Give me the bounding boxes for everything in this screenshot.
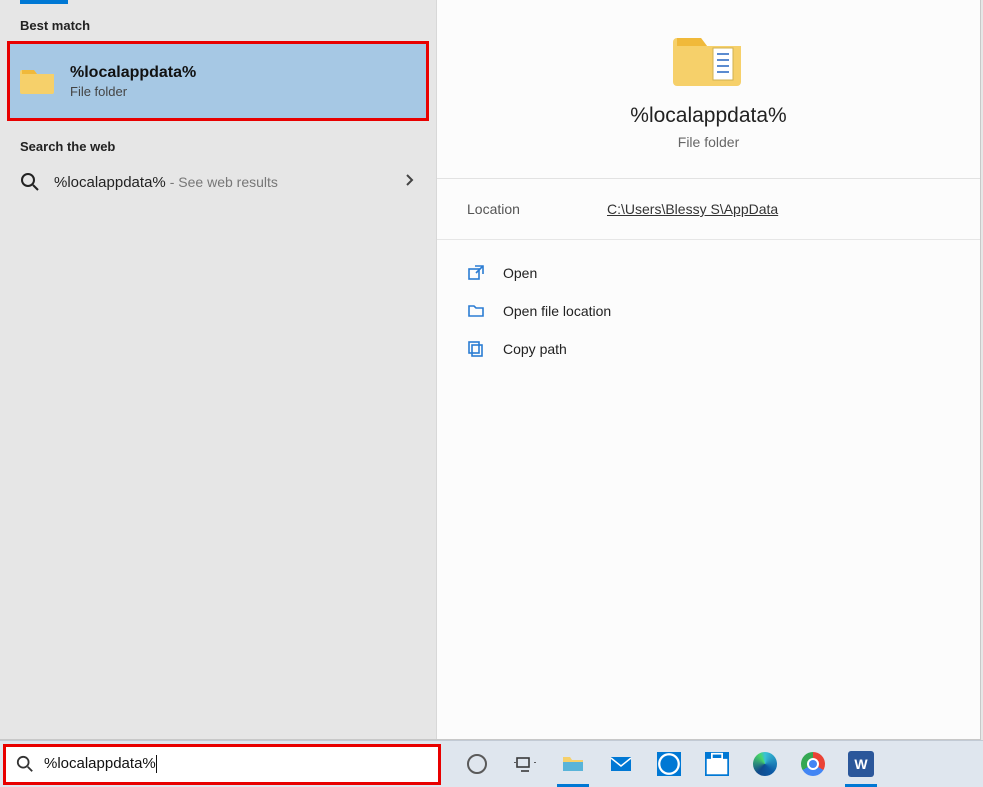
file-explorer-icon — [561, 752, 585, 776]
task-view-button[interactable] — [501, 741, 549, 787]
search-web-header: Search the web — [0, 121, 436, 162]
word-icon: W — [848, 751, 874, 777]
open-icon — [467, 264, 485, 282]
search-input[interactable]: %localappdata% — [44, 755, 428, 773]
dell-app-button[interactable] — [645, 741, 693, 787]
cortana-icon — [465, 752, 489, 776]
preview-title: %localappdata% — [457, 104, 960, 128]
location-row: Location C:\Users\Blessy S\AppData — [437, 179, 980, 240]
web-result-query: %localappdata% — [54, 174, 166, 191]
open-action[interactable]: Open — [467, 254, 950, 292]
open-file-location-label: Open file location — [503, 303, 611, 319]
preview-subtitle: File folder — [457, 134, 960, 150]
preview-header: %localappdata% File folder — [437, 0, 980, 179]
word-button[interactable]: W — [837, 741, 885, 787]
best-match-result[interactable]: %localappdata% File folder — [7, 41, 429, 121]
best-match-subtitle: File folder — [70, 84, 196, 99]
best-match-header: Best match — [0, 6, 436, 41]
file-explorer-button[interactable] — [549, 741, 597, 787]
taskbar-pinned-apps: W — [453, 741, 885, 787]
best-match-title: %localappdata% — [70, 64, 196, 82]
search-icon — [20, 172, 40, 192]
location-path-link[interactable]: C:\Users\Blessy S\AppData — [607, 201, 778, 217]
preview-actions: Open Open file location Copy path — [437, 240, 980, 382]
results-pane: Best match %localappdata% File folder Se… — [0, 0, 437, 739]
search-icon — [16, 755, 34, 773]
location-label: Location — [467, 201, 607, 217]
open-label: Open — [503, 265, 537, 281]
open-file-location-action[interactable]: Open file location — [467, 292, 950, 330]
copy-icon — [467, 340, 485, 358]
folder-icon — [673, 30, 745, 90]
cortana-button[interactable] — [453, 741, 501, 787]
folder-location-icon — [467, 302, 485, 320]
dell-icon — [657, 752, 681, 776]
edge-button[interactable] — [741, 741, 789, 787]
mail-button[interactable] — [597, 741, 645, 787]
windows-search-flyout: Best match %localappdata% File folder Se… — [0, 0, 981, 740]
chrome-button[interactable] — [789, 741, 837, 787]
store-button[interactable] — [693, 741, 741, 787]
text-caret — [156, 755, 157, 773]
task-view-icon — [513, 752, 537, 776]
taskbar-search-box[interactable]: %localappdata% — [3, 744, 441, 785]
taskbar: %localappdata% — [0, 740, 983, 787]
edge-icon — [753, 752, 777, 776]
active-tab-indicator — [20, 0, 68, 4]
preview-pane: %localappdata% File folder Location C:\U… — [437, 0, 980, 739]
web-result[interactable]: %localappdata% - See web results — [0, 162, 436, 202]
copy-path-action[interactable]: Copy path — [467, 330, 950, 368]
chevron-right-icon — [404, 173, 416, 191]
web-result-suffix: - See web results — [170, 174, 278, 190]
store-icon — [705, 752, 729, 776]
chrome-icon — [801, 752, 825, 776]
folder-icon — [20, 66, 56, 96]
copy-path-label: Copy path — [503, 341, 567, 357]
best-match-text: %localappdata% File folder — [70, 64, 196, 99]
mail-icon — [609, 752, 633, 776]
